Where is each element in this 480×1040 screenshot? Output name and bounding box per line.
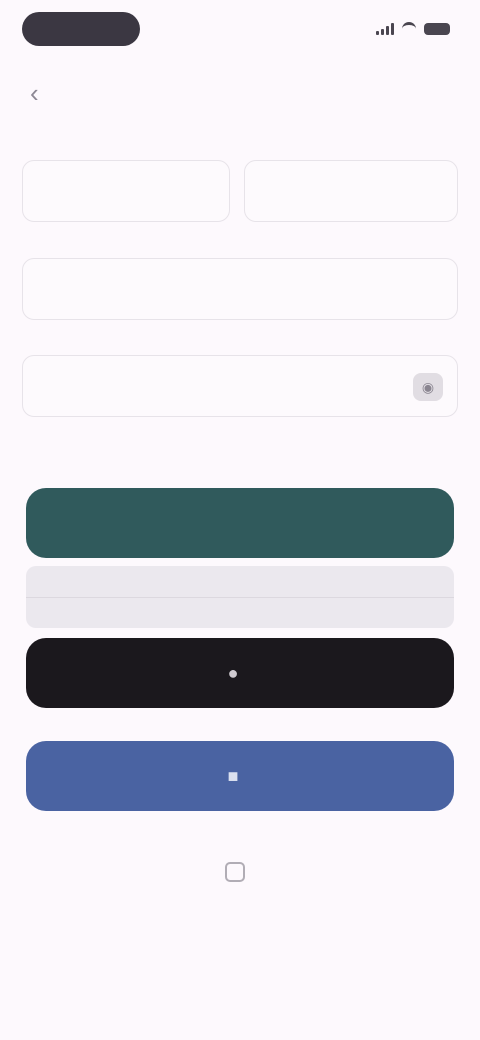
battery-icon [424, 22, 450, 35]
document-icon [225, 862, 245, 882]
chevron-left-icon: ‹ [30, 78, 39, 108]
first-name-field[interactable] [22, 160, 230, 222]
first-name-input[interactable] [41, 181, 211, 201]
divider-line [26, 597, 454, 598]
password-input[interactable] [41, 376, 439, 396]
apple-icon: ● [227, 662, 239, 683]
status-bar-time-pill [22, 12, 140, 46]
footer-link[interactable] [0, 862, 480, 882]
divider [26, 566, 454, 628]
status-bar-icons [376, 22, 450, 35]
last-name-input[interactable] [263, 181, 439, 201]
sign-up-button[interactable] [26, 488, 454, 558]
continue-with-facebook-button[interactable]: ■ [26, 741, 454, 811]
email-input[interactable] [41, 279, 439, 299]
wifi-icon [402, 22, 416, 35]
signal-icon [376, 22, 394, 35]
facebook-icon: ■ [227, 765, 239, 786]
continue-with-apple-button[interactable]: ● [26, 638, 454, 708]
back-button[interactable]: ‹ [30, 80, 39, 106]
email-field[interactable] [22, 258, 458, 320]
last-name-field[interactable] [244, 160, 458, 222]
eye-icon: ◉ [421, 378, 435, 395]
show-password-button[interactable]: ◉ [413, 373, 443, 401]
password-field[interactable]: ◉ [22, 355, 458, 417]
screen: ‹ ◉ ● ■ [0, 0, 480, 1040]
